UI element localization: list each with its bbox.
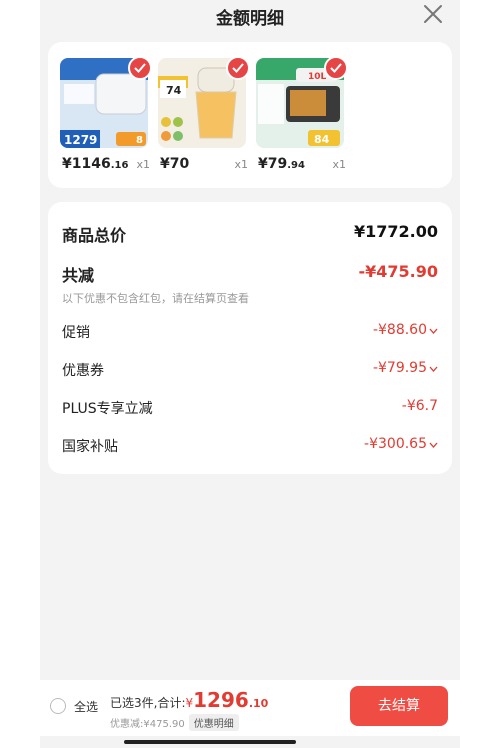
subsidy-value: -¥300.65	[364, 436, 438, 452]
product-list-card: 1279 8 ¥1146.16 x1 74 ¥70 x1 10L 84 ¥79.…	[48, 42, 452, 188]
product-price: ¥70	[160, 156, 189, 172]
discount-note: 以下优惠不包含红包，请在结算页查看	[62, 292, 249, 305]
checkout-bar: 全选 已选3件,合计:¥1296.10 优惠减:¥475.90 优惠明细 去结算	[40, 680, 460, 736]
thumb-tag-text: 8	[136, 135, 143, 146]
total-value: ¥1772.00	[353, 222, 438, 241]
chevron-down-icon[interactable]	[429, 366, 438, 372]
plus-row: PLUS专享立减 -¥6.7	[62, 396, 438, 420]
home-indicator	[124, 740, 296, 744]
total-row: 商品总价 ¥1772.00	[62, 220, 438, 245]
discount-row: 共减 -¥475.90	[62, 260, 438, 285]
promo-label: 促销	[62, 325, 90, 341]
subsidy-row[interactable]: 国家补贴 -¥300.65	[62, 434, 438, 458]
coupon-label: 优惠券	[62, 363, 104, 379]
product-item[interactable]: 1279 8 ¥1146.16 x1	[60, 56, 152, 176]
checkout-button[interactable]: 去结算	[350, 686, 448, 726]
price-main: ¥1146	[62, 156, 111, 172]
product-quantity: x1	[332, 158, 346, 171]
checked-icon[interactable]	[324, 56, 348, 80]
total-label: 商品总价	[62, 226, 127, 245]
thumb-price-text: 74	[166, 84, 182, 97]
coupon-value: -¥79.95	[373, 360, 438, 376]
discount-label: 共减	[62, 266, 95, 285]
chevron-down-icon[interactable]	[429, 328, 438, 334]
order-summary: 已选3件,合计:¥1296.10	[110, 688, 268, 712]
promo-row[interactable]: 促销 -¥88.60	[62, 320, 438, 344]
plus-value: -¥6.7	[401, 398, 438, 414]
chevron-down-icon[interactable]	[429, 442, 438, 448]
sheet-title: 金额明细	[216, 9, 284, 29]
plus-label: PLUS专享立减	[62, 401, 153, 417]
price-main: ¥79	[258, 156, 288, 172]
discount-text: 优惠减:¥475.90	[110, 719, 185, 730]
discount-value: -¥475.90	[358, 262, 438, 281]
thumb-price-text: 1279	[64, 133, 97, 147]
select-all-label[interactable]: 全选	[74, 698, 98, 715]
header: 金额明细	[40, 0, 460, 34]
amount-detail-sheet: 金额明细 1279 8 ¥1146.16 x1 74 ¥70 x1 10L 84…	[40, 0, 460, 748]
product-quantity: x1	[136, 158, 150, 171]
promo-value: -¥88.60	[373, 322, 438, 338]
product-price: ¥79.94	[258, 156, 305, 172]
discount-summary: 优惠减:¥475.90 优惠明细	[110, 714, 239, 731]
currency-symbol: ¥	[185, 696, 194, 710]
coupon-row[interactable]: 优惠券 -¥79.95	[62, 358, 438, 382]
price-decimal: .16	[110, 160, 129, 171]
thumb-price-text: 84	[314, 133, 330, 146]
price-decimal: .94	[287, 160, 305, 171]
checked-icon[interactable]	[226, 56, 250, 80]
close-icon[interactable]	[422, 3, 444, 25]
total-amount: 1296	[193, 688, 249, 712]
product-price: ¥1146.16	[62, 156, 128, 172]
price-main: ¥70	[160, 156, 190, 172]
summary-prefix: 已选3件,合计:	[110, 696, 186, 710]
product-item[interactable]: 10L 84 ¥79.94 x1	[256, 56, 348, 176]
select-all-radio[interactable]	[50, 698, 66, 714]
product-item[interactable]: 74 ¥70 x1	[158, 56, 250, 176]
subsidy-label: 国家补贴	[62, 439, 118, 455]
checked-icon[interactable]	[128, 56, 152, 80]
thumb-tag-text: 10L	[308, 72, 327, 82]
product-quantity: x1	[234, 158, 248, 171]
price-summary-card: 商品总价 ¥1772.00 共减 -¥475.90 以下优惠不包含红包，请在结算…	[48, 202, 452, 474]
discount-detail-button[interactable]: 优惠明细	[188, 714, 239, 731]
total-amount-decimal: .10	[248, 697, 269, 710]
